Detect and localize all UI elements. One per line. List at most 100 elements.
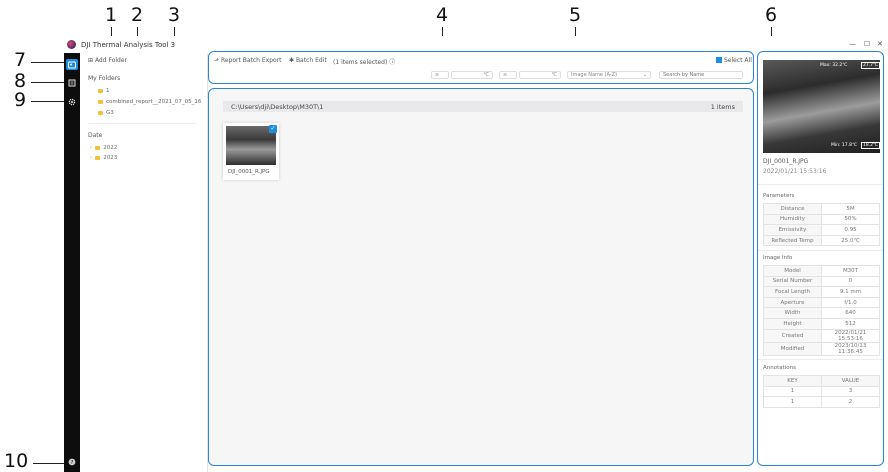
max-temp-box: 27.7℃ xyxy=(861,62,881,69)
item-count: 1 items xyxy=(710,102,735,111)
export-icon: ⬏ xyxy=(214,57,221,64)
image-info-table: Model M30T Serial Number 0 Focal Length 9.1… xyxy=(763,265,880,356)
table-row: Serial Number 0 xyxy=(763,275,880,288)
leader-line-8 xyxy=(31,82,67,83)
callout-3: 3 xyxy=(168,4,181,26)
table-row: Model M30T xyxy=(763,265,880,277)
app-title: DJI Thermal Analysis Tool 3 xyxy=(81,40,176,49)
folder-item[interactable]: 1 xyxy=(98,88,110,94)
detail-divider xyxy=(758,359,883,360)
selection-status: (1 items selected) ⓘ xyxy=(333,59,396,66)
min-temp-operator-select[interactable]: ≥ xyxy=(431,71,449,79)
nav-settings-button[interactable] xyxy=(66,96,78,107)
parameters-table: Distance 5M Humidity 50% Emissivity 0.95 Re… xyxy=(763,203,880,247)
edit-icon: ✱ xyxy=(289,57,296,64)
folder-item[interactable]: G3 xyxy=(98,110,114,116)
folder-divider xyxy=(88,123,196,124)
folder-icon xyxy=(98,111,103,115)
callout-7: 7 xyxy=(14,49,27,71)
callout-9: 9 xyxy=(14,89,27,111)
report-icon xyxy=(68,79,76,86)
table-row: 12 xyxy=(763,396,880,408)
table-row: Humidity 50% xyxy=(763,213,880,226)
path-bar: C:\Users\dji\Desktop\M30T\1 1 items xyxy=(223,101,743,112)
leader-line-7 xyxy=(31,62,67,63)
report-batch-export-button[interactable]: ⬏ Report Batch Export xyxy=(214,57,282,64)
thermal-preview-image: Max: 32.2℃ 27.7℃ Min: 17.8℃ 18.2℃ xyxy=(763,60,881,153)
callout-6: 6 xyxy=(765,4,778,26)
table-row: Modified 2023/10/13 11:36:45 xyxy=(763,341,880,356)
max-temp-operator-select[interactable]: ≤ xyxy=(499,71,517,79)
gear-icon xyxy=(68,98,76,105)
nav-help-button[interactable]: ? xyxy=(66,456,78,467)
chevron-right-icon: › xyxy=(90,145,93,151)
select-all-checkbox[interactable]: Select All xyxy=(716,57,752,64)
maximize-icon[interactable]: ☐ xyxy=(864,40,870,48)
table-row: Distance 5M xyxy=(763,203,880,215)
gallery-icon xyxy=(68,61,76,68)
image-gallery: C:\Users\dji\Desktop\M30T\1 1 items ✓ DJ… xyxy=(208,88,754,466)
min-temp-box: 18.2℃ xyxy=(861,142,881,149)
callout-1: 1 xyxy=(105,4,118,26)
min-temp-label: Min: 17.8℃ xyxy=(831,143,858,148)
my-folders-heading: My Folders xyxy=(88,75,121,82)
nav-gallery-button[interactable] xyxy=(66,59,78,70)
annotations-heading: Annotations xyxy=(763,365,797,371)
toolbar: ⬏ Report Batch Export ✱ Batch Edit (1 it… xyxy=(208,51,754,84)
folder-item[interactable]: combined_report__2021_07_05_16 xyxy=(98,99,201,105)
help-icon: ? xyxy=(68,458,76,466)
detail-divider xyxy=(758,250,883,251)
callout-5: 5 xyxy=(569,4,582,26)
table-row: 13 xyxy=(763,385,880,398)
table-row: Focal Length 9.1 mm xyxy=(763,286,880,298)
close-icon[interactable]: ✕ xyxy=(877,40,883,48)
chevron-right-icon: › xyxy=(90,155,93,161)
image-detail-panel: Max: 32.2℃ 27.7℃ Min: 17.8℃ 18.2℃ DJI_00… xyxy=(757,51,884,466)
max-temp-label: Max: 32.2℃ xyxy=(820,63,848,68)
sort-select[interactable]: Image Name (A-Z) ⌄ xyxy=(567,71,651,79)
detail-divider xyxy=(758,184,883,185)
detail-filename: DJI_0001_R.JPG xyxy=(763,158,809,165)
table-header-row: KEY VALUE xyxy=(763,375,880,387)
thumbnail-filename: DJI_0001_R.JPG xyxy=(228,169,270,175)
table-row: Created 2022/01/21 15:53:16 xyxy=(763,328,880,343)
leader-line-9 xyxy=(31,101,67,102)
svg-text:?: ? xyxy=(71,460,74,466)
table-row: Reflected Temp 25.0℃ xyxy=(763,234,880,247)
date-item[interactable]: › 2023 xyxy=(90,155,117,161)
callout-2: 2 xyxy=(131,4,144,26)
left-nav-bar: ? xyxy=(64,53,80,472)
annotations-table: KEY VALUE 13 12 xyxy=(763,375,880,408)
parameters-heading: Parameters xyxy=(763,193,795,199)
detail-datetime: 2022/01/21 15:53:16 xyxy=(763,168,827,175)
image-info-heading: Image Info xyxy=(763,255,793,261)
table-row: Width 640 xyxy=(763,307,880,319)
search-input[interactable] xyxy=(659,71,743,79)
add-folder-button[interactable]: ⊞ Add Folder xyxy=(88,57,127,64)
nav-report-button[interactable] xyxy=(66,77,78,88)
batch-edit-button[interactable]: ✱ Batch Edit xyxy=(289,57,327,64)
checkbox-checked-icon xyxy=(716,57,722,63)
max-temp-input[interactable]: ℃ xyxy=(519,71,561,79)
image-thumbnail-card[interactable]: ✓ DJI_0001_R.JPG xyxy=(223,123,279,180)
folder-icon xyxy=(98,89,103,93)
callout-10: 10 xyxy=(4,450,29,472)
add-folder-icon: ⊞ xyxy=(88,57,95,64)
callout-4: 4 xyxy=(436,4,449,26)
date-heading: Date xyxy=(88,132,103,139)
chevron-down-icon: ⌄ xyxy=(642,72,647,78)
folder-panel: ⊞ Add Folder My Folders 1 combined_repor… xyxy=(80,53,208,472)
folder-icon xyxy=(95,146,101,150)
folder-icon xyxy=(98,100,103,104)
selected-check-icon[interactable]: ✓ xyxy=(269,125,277,133)
min-temp-input[interactable]: ℃ xyxy=(451,71,493,79)
table-row: Emissivity 0.95 xyxy=(763,224,880,236)
folder-path: C:\Users\dji\Desktop\M30T\1 xyxy=(231,102,324,111)
leader-line-10 xyxy=(33,463,67,464)
app-logo-icon xyxy=(67,40,76,49)
table-row: Aperture f/1.0 xyxy=(763,296,880,309)
info-icon: ⓘ xyxy=(389,59,396,66)
minimize-icon[interactable]: — xyxy=(849,40,856,48)
date-item[interactable]: › 2022 xyxy=(90,145,117,151)
folder-icon xyxy=(95,156,101,160)
